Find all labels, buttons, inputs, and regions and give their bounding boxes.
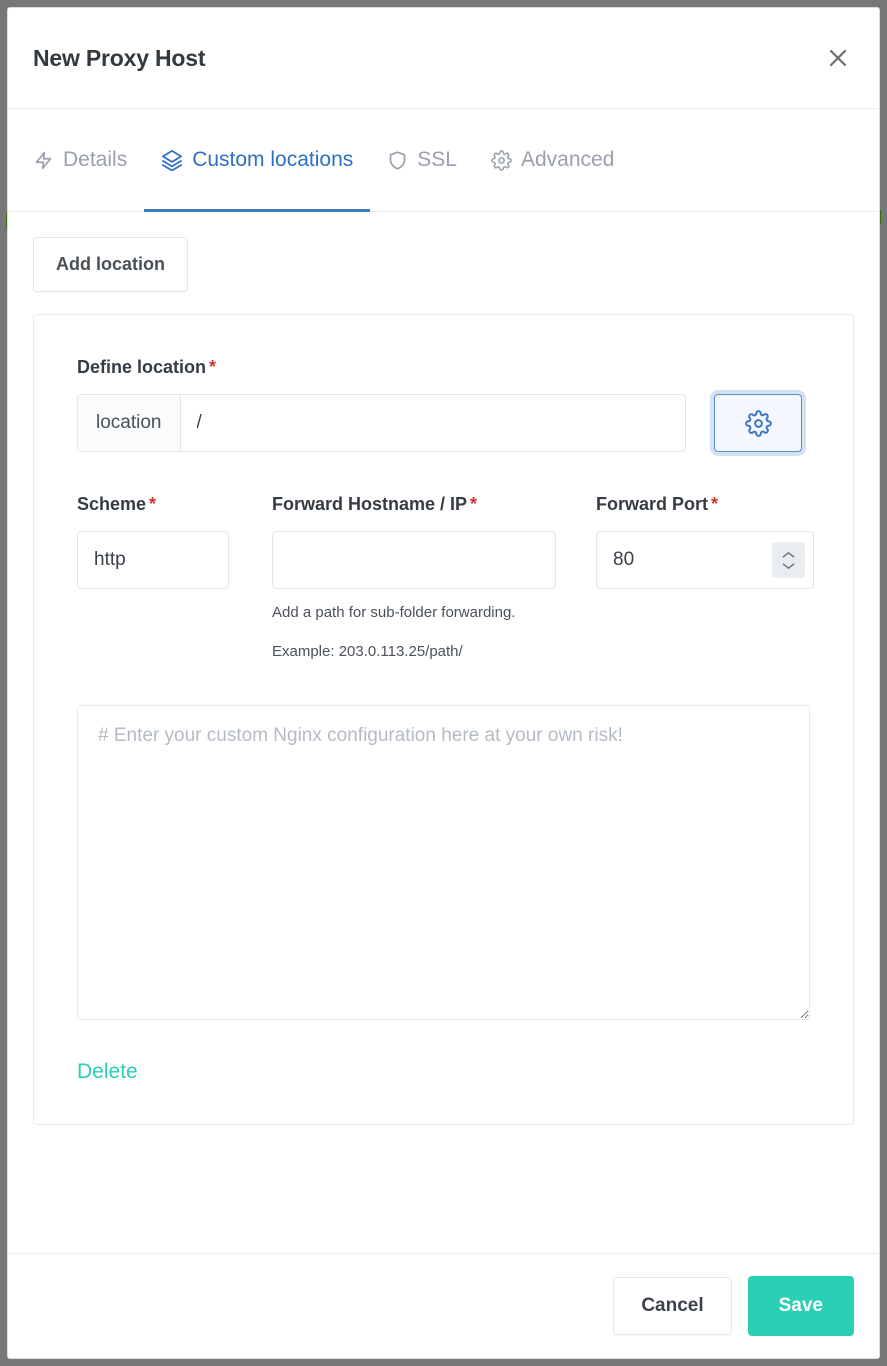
tab-bar: Details Custom locations SSL Advanced <box>8 109 879 212</box>
tab-details-label: Details <box>63 148 128 171</box>
page-title: New Proxy Host <box>33 44 206 71</box>
define-location-label: Define location * <box>77 357 810 378</box>
tab-advanced-label: Advanced <box>520 148 615 171</box>
location-path-input[interactable] <box>180 395 685 451</box>
forward-port-label-text: Forward Port <box>596 494 709 514</box>
tab-advanced[interactable]: Advanced <box>474 109 631 211</box>
scheme-field: Scheme * <box>77 494 272 663</box>
tab-details[interactable]: Details <box>33 109 144 211</box>
tab-custom-locations[interactable]: Custom locations <box>144 109 371 212</box>
tab-custom-locations-label: Custom locations <box>192 148 354 171</box>
modal-header: New Proxy Host <box>8 8 879 109</box>
chevron-down-icon[interactable] <box>782 562 795 570</box>
required-marker: * <box>209 357 217 377</box>
forward-host-label-text: Forward Hostname / IP <box>272 494 468 514</box>
shield-icon <box>387 150 408 171</box>
modal-body: Add location Define location* location <box>8 212 879 1253</box>
gear-icon <box>491 149 512 171</box>
save-button[interactable]: Save <box>747 1276 854 1336</box>
scheme-label-text: Scheme <box>77 494 147 514</box>
cancel-button[interactable]: Cancel <box>613 1277 732 1335</box>
tab-ssl[interactable]: SSL <box>370 109 474 211</box>
help-line-2: Example: 203.0.113.25/path/ <box>272 643 463 661</box>
location-input-group: location <box>77 394 686 452</box>
gear-icon <box>744 409 772 437</box>
forward-host-label: Forward Hostname / IP * <box>272 494 596 515</box>
nginx-config-textarea[interactable] <box>77 704 810 1020</box>
forward-port-label: Forward Port * <box>596 494 836 515</box>
new-proxy-host-modal: New Proxy Host Details Custom locations … <box>7 7 880 1359</box>
forward-settings-row: Scheme* Forward Hostname / IP* Add a pat… <box>77 494 814 663</box>
help-line-1: Add a path for sub-folder forwarding. <box>272 604 516 621</box>
layers-icon <box>161 149 183 171</box>
chevron-up-icon[interactable] <box>782 551 795 559</box>
location-settings-button[interactable] <box>714 394 802 452</box>
forward-host-field: Forward Hostname / IP * Add a path for su… <box>272 494 596 663</box>
modal-footer: Cancel Save <box>8 1253 879 1358</box>
forward-port-field: Forward Port * <box>596 494 836 663</box>
delete-location-link[interactable]: Delete <box>77 1060 138 1084</box>
forward-host-help: Add a path for sub-folder forwarding. Ex… <box>272 603 596 663</box>
define-location-text: Define location <box>77 357 207 377</box>
forward-port-input-wrap <box>596 531 814 589</box>
lightning-bolt-icon <box>33 150 54 171</box>
required-marker: * <box>149 494 157 514</box>
forward-host-input[interactable] <box>272 531 556 589</box>
location-card: Define location * location / Scheme * ht… <box>33 314 854 1125</box>
scheme-input[interactable] <box>77 531 229 589</box>
required-marker: * <box>470 494 478 514</box>
tab-ssl-label: SSL <box>417 148 457 171</box>
scheme-label: Scheme * <box>77 494 272 515</box>
location-prefix-label: location <box>78 395 181 451</box>
quantity-stepper[interactable] <box>772 542 805 578</box>
required-marker: * <box>711 494 719 514</box>
define-location-row: location <box>77 394 810 452</box>
add-location-button[interactable]: Add location <box>33 237 188 292</box>
close-icon[interactable] <box>821 41 855 75</box>
